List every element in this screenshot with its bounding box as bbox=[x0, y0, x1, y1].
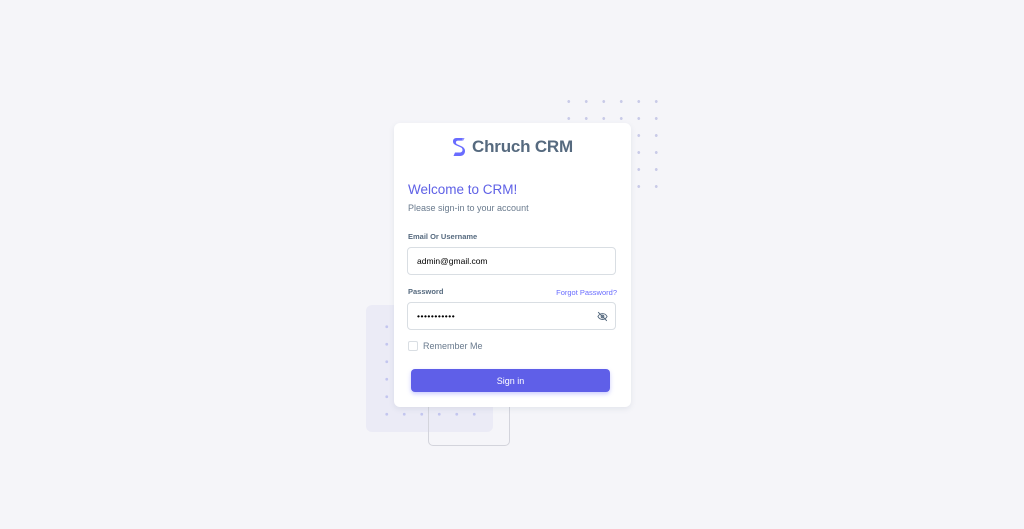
login-page: Chruch CRM Welcome to CRM! Please sign-i… bbox=[0, 0, 1024, 529]
password-label: Password bbox=[408, 287, 444, 296]
brand-header: Chruch CRM bbox=[394, 137, 631, 157]
sign-in-button[interactable]: Sign in bbox=[411, 369, 610, 392]
email-input[interactable] bbox=[407, 247, 616, 275]
brand-name: Chruch CRM bbox=[472, 137, 573, 156]
password-input[interactable] bbox=[407, 302, 616, 330]
remember-me-label[interactable]: Remember Me bbox=[423, 341, 483, 351]
email-label: Email Or Username bbox=[408, 232, 478, 241]
login-card: Chruch CRM Welcome to CRM! Please sign-i… bbox=[394, 123, 631, 407]
welcome-title: Welcome to CRM! bbox=[408, 182, 518, 197]
remember-me-checkbox[interactable] bbox=[408, 341, 418, 351]
welcome-subtitle: Please sign-in to your account bbox=[408, 203, 529, 213]
remember-me: Remember Me bbox=[408, 341, 483, 351]
s-logo-icon bbox=[453, 138, 466, 156]
eye-off-icon[interactable] bbox=[597, 311, 608, 322]
forgot-password-link[interactable]: Forgot Password? bbox=[556, 288, 617, 297]
